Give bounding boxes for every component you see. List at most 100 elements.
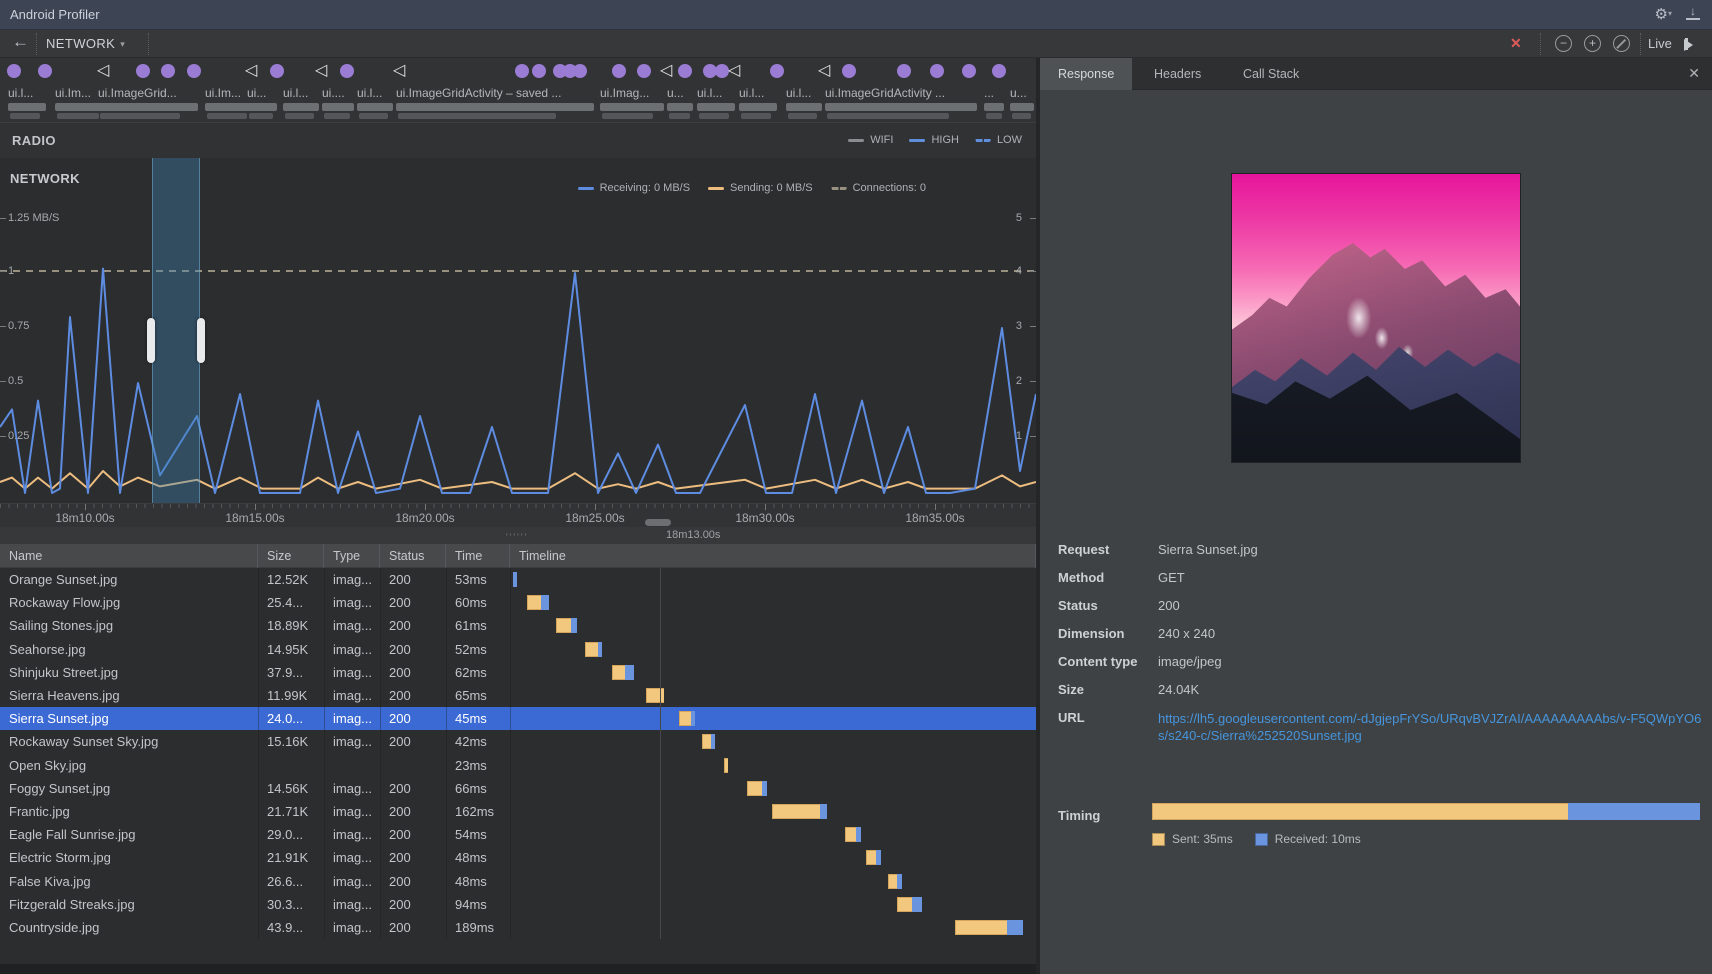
- column-header-time[interactable]: Time: [446, 544, 510, 568]
- table-row[interactable]: Sierra Heavens.jpg11.99Kimag...20065ms: [0, 684, 1036, 707]
- zoom-out-button[interactable]: −: [1555, 35, 1572, 52]
- activity-bar: [984, 103, 1004, 111]
- bar-received: [571, 618, 577, 633]
- event-dot-icon: [7, 64, 21, 78]
- session-selector[interactable]: NETWORK▾: [46, 36, 125, 51]
- timeline-request-bar: [747, 781, 767, 796]
- y-axis-tick-label: 0.25: [8, 430, 29, 442]
- live-button[interactable]: Live: [1648, 36, 1672, 51]
- back-arrow-button[interactable]: ←: [12, 32, 29, 52]
- table-row[interactable]: Rockaway Flow.jpg25.4...imag...20060ms: [0, 591, 1036, 614]
- tab-headers[interactable]: Headers: [1136, 58, 1219, 90]
- settings-gear-icon[interactable]: ⚙▾: [1655, 5, 1672, 23]
- table-row[interactable]: Open Sky.jpg23ms: [0, 754, 1036, 777]
- activity-bar: [739, 103, 777, 111]
- horizontal-splitter[interactable]: '''''' 18m13.00s: [0, 527, 1036, 544]
- cell-time: 65ms: [446, 684, 510, 707]
- cell-time: 53ms: [446, 568, 510, 591]
- activity-bar-secondary: [602, 113, 653, 119]
- back-event-triangle-icon: ◁: [728, 60, 740, 80]
- back-event-triangle-icon: ◁: [245, 60, 257, 80]
- activity-bar-secondary: [10, 113, 40, 119]
- activity-label: ui.l...: [786, 86, 811, 100]
- bar-sent: [724, 758, 728, 773]
- reset-zoom-button[interactable]: [1613, 35, 1630, 52]
- end-session-button[interactable]: ✕: [1510, 35, 1522, 52]
- back-event-triangle-icon: ◁: [315, 60, 327, 80]
- tab-call-stack[interactable]: Call Stack: [1225, 58, 1317, 90]
- legend-label: Received: 10ms: [1275, 832, 1361, 846]
- timeline-request-bar: [702, 734, 715, 749]
- legend-swatch: [909, 139, 925, 142]
- detail-close-icon[interactable]: ✕: [1688, 65, 1700, 82]
- radio-section-label: RADIO: [12, 133, 56, 148]
- selection-left-handle[interactable]: [147, 318, 155, 363]
- activity-bar: [825, 103, 977, 111]
- event-dot-icon: [637, 64, 651, 78]
- radio-legend: WIFIHIGHLOW: [848, 134, 1022, 146]
- table-row[interactable]: Orange Sunset.jpg12.52Kimag...20053ms: [0, 568, 1036, 591]
- legend-label: Sent: 35ms: [1172, 832, 1233, 846]
- range-selection-band[interactable]: [152, 158, 200, 503]
- table-row[interactable]: Eagle Fall Sunrise.jpg29.0...imag...2005…: [0, 823, 1036, 846]
- cell-name: Frantic.jpg: [0, 800, 258, 823]
- event-dot-icon: [340, 64, 354, 78]
- event-dot-icon: [515, 64, 529, 78]
- column-header-name[interactable]: Name: [0, 544, 258, 568]
- cell-type: imag...: [324, 730, 380, 753]
- table-row[interactable]: Electric Storm.jpg21.91Kimag...20048ms: [0, 846, 1036, 869]
- activity-label: ui.l...: [357, 86, 382, 100]
- column-header-type[interactable]: Type: [324, 544, 380, 568]
- column-separator: [446, 568, 447, 939]
- y-axis-tick-label: 0.75: [8, 320, 29, 332]
- timeline-request-bar: [866, 850, 881, 865]
- bar-sent: [888, 874, 897, 889]
- cell-size: 21.91K: [258, 846, 324, 869]
- cell-time: 45ms: [446, 707, 510, 730]
- column-header-status[interactable]: Status: [380, 544, 446, 568]
- field-label-method: Method: [1058, 570, 1104, 585]
- timeline-scrollbar-handle[interactable]: [645, 519, 671, 526]
- table-row[interactable]: False Kiva.jpg26.6...imag...20048ms: [0, 870, 1036, 893]
- column-separator: [510, 568, 511, 939]
- minor-ticks: [0, 504, 1036, 508]
- y-axis-tick-mark: [0, 381, 6, 382]
- event-dot-icon: [532, 64, 546, 78]
- cell-type: imag...: [324, 846, 380, 869]
- cell-type: imag...: [324, 591, 380, 614]
- tab-response[interactable]: Response: [1040, 58, 1132, 90]
- activity-label: ui.ImageGridActivity – saved ...: [396, 86, 561, 100]
- table-row[interactable]: Sierra Sunset.jpg24.0...imag...20045ms: [0, 707, 1036, 730]
- download-icon[interactable]: ↓: [1686, 6, 1700, 21]
- table-row[interactable]: Frantic.jpg21.71Kimag...200162ms: [0, 800, 1036, 823]
- table-row[interactable]: Sailing Stones.jpg18.89Kimag...20061ms: [0, 614, 1036, 637]
- activity-bar-secondary: [100, 113, 180, 119]
- selection-right-handle[interactable]: [197, 318, 205, 363]
- cell-name: Eagle Fall Sunrise.jpg: [0, 823, 258, 846]
- bar-sent: [585, 642, 598, 657]
- time-axis-label: 18m35.00s: [905, 511, 964, 525]
- time-axis-tick: [255, 504, 256, 510]
- table-row[interactable]: Shinjuku Street.jpg37.9...imag...20062ms: [0, 661, 1036, 684]
- table-row[interactable]: Rockaway Sunset Sky.jpg15.16Kimag...2004…: [0, 730, 1036, 753]
- field-value-content-type: image/jpeg: [1158, 654, 1703, 669]
- column-header-timeline[interactable]: Timeline: [510, 544, 1036, 568]
- table-row[interactable]: Foggy Sunset.jpg14.56Kimag...20066ms: [0, 777, 1036, 800]
- column-header-size[interactable]: Size: [258, 544, 324, 568]
- zoom-in-button[interactable]: +: [1584, 35, 1601, 52]
- activity-label: ui...: [247, 86, 266, 100]
- field-value-url[interactable]: https://lh5.googleusercontent.com/-dJgje…: [1158, 710, 1703, 744]
- network-chart[interactable]: NETWORK Receiving: 0 MB/SSending: 0 MB/S…: [0, 158, 1036, 503]
- timeline-request-bar: [888, 874, 902, 889]
- activity-bar: [98, 103, 198, 111]
- field-label-dimension: Dimension: [1058, 626, 1124, 641]
- table-row[interactable]: Countryside.jpg43.9...imag...200189ms: [0, 916, 1036, 939]
- activity-bar: [322, 103, 354, 111]
- cell-status: 200: [380, 707, 446, 730]
- table-row[interactable]: Fitzgerald Streaks.jpg30.3...imag...2009…: [0, 893, 1036, 916]
- cell-status: 200: [380, 684, 446, 707]
- bar-received: [912, 897, 922, 912]
- connection-detail-panel: ✕ ResponseHeadersCall Stack RequestSierr…: [1040, 58, 1712, 974]
- go-live-step-icon[interactable]: [1684, 37, 1688, 55]
- table-row[interactable]: Seahorse.jpg14.95Kimag...20052ms: [0, 638, 1036, 661]
